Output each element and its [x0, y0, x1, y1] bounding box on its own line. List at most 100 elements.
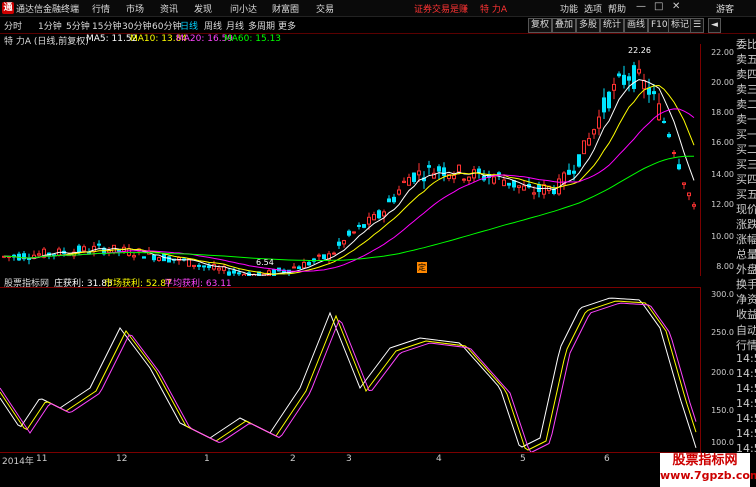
- period-tab-weekly[interactable]: 周线: [204, 19, 222, 32]
- ytick: 150.0: [711, 406, 734, 415]
- tick-time: 14:5: [736, 382, 756, 395]
- app-title: 通达信金融终端: [16, 5, 80, 15]
- ytick: 16.00: [711, 138, 734, 147]
- side-label: 买二: [736, 143, 756, 156]
- menu-grid-icon[interactable]: ☰: [690, 18, 705, 33]
- period-tab-monthly[interactable]: 月线: [226, 19, 244, 32]
- period-tab-1min[interactable]: 1分钟: [38, 19, 62, 32]
- side-label[interactable]: 自动: [736, 322, 756, 338]
- ytick: 8.00: [716, 262, 734, 271]
- minimize-icon[interactable]: —: [636, 1, 646, 12]
- time-axis: 2014年 11 12 1 2 3 4 5 6: [0, 452, 700, 467]
- side-label: 卖五: [736, 53, 756, 66]
- indicator-axis: 300.0 250.0 200.0 150.0 100.0: [700, 288, 736, 452]
- side-label: 卖二: [736, 98, 756, 111]
- watermark-title: 股票指标网: [672, 453, 738, 468]
- period-tab-intraday[interactable]: 分时: [4, 19, 22, 32]
- side-label: 买三: [736, 158, 756, 171]
- menu-item-function[interactable]: 功能: [560, 2, 578, 15]
- period-tab-5min[interactable]: 5分钟: [66, 19, 90, 32]
- side-label: 现价: [736, 203, 756, 216]
- side-label: 买一: [736, 128, 756, 141]
- app-logo-icon: 通: [2, 2, 14, 14]
- axis-label: 2014年: [2, 457, 34, 467]
- side-label: 卖四: [736, 68, 756, 81]
- ytick: 300.0: [711, 290, 734, 299]
- kline-svg: [2, 60, 696, 282]
- menu-item-ask[interactable]: 问小达: [230, 2, 257, 15]
- close-icon[interactable]: ✕: [672, 1, 680, 12]
- period-tab-15min[interactable]: 15分钟: [92, 19, 121, 32]
- ytick: 12.00: [711, 200, 734, 209]
- tick-time: 14:5: [736, 367, 756, 380]
- ytick: 20.00: [711, 78, 734, 87]
- side-label: 卖三: [736, 83, 756, 96]
- tick-time: 14:5: [736, 427, 756, 440]
- menu-item-wealth[interactable]: 财富圈: [272, 2, 299, 15]
- menu-item-options[interactable]: 选项: [584, 2, 602, 15]
- menu-item-news[interactable]: 资讯: [160, 2, 178, 15]
- ma60-label: MA60: 15.13: [224, 34, 282, 44]
- ytick: 200.0: [711, 368, 734, 377]
- side-label: 买四: [736, 173, 756, 186]
- marker-badge: 定: [417, 262, 427, 273]
- watermark: 股票指标网 www.7gpzb.com: [660, 453, 756, 487]
- side-label: 收益: [736, 308, 756, 321]
- back-button[interactable]: ◄: [708, 18, 721, 33]
- indicator-chart[interactable]: [0, 287, 701, 454]
- menu-bar: 通 通达信金融终端 行情 市场 资讯 发现 问小达 财富圈 交易 证券交易是赚 …: [0, 0, 756, 17]
- promo-link[interactable]: 证券交易是赚: [414, 2, 468, 15]
- tick-time: 14:5: [736, 352, 756, 365]
- ytick: 250.0: [711, 328, 734, 337]
- maximize-icon[interactable]: □: [654, 1, 663, 12]
- ytick: 100.0: [711, 438, 734, 447]
- side-label: 净资: [736, 293, 756, 306]
- menu-item-quotes[interactable]: 行情: [92, 2, 110, 15]
- menu-item-trade[interactable]: 交易: [316, 2, 334, 15]
- tick-time: 14:5: [736, 412, 756, 425]
- menu-item-help[interactable]: 帮助: [608, 2, 626, 15]
- indicator-svg: [0, 297, 697, 454]
- kline-chart[interactable]: 22.26 6.54: [0, 44, 701, 282]
- side-label: 委比: [736, 38, 756, 51]
- period-tab-more[interactable]: 更多: [278, 19, 296, 32]
- period-tab-60min[interactable]: 60分钟: [152, 19, 181, 32]
- price-axis: 22.00 20.00 18.00 16.00 14.00 12.00 10.0…: [700, 44, 736, 276]
- ytick: 18.00: [711, 108, 734, 117]
- period-tab-multi[interactable]: 多周期: [248, 19, 275, 32]
- low-price-label: 6.54: [256, 258, 274, 267]
- axis-label: 11: [36, 454, 48, 464]
- axis-label: 6: [604, 454, 610, 464]
- tick-time: 14:5: [736, 397, 756, 410]
- adjust-button[interactable]: 复权: [528, 18, 553, 33]
- axis-label: 4: [436, 454, 442, 464]
- side-label: 总量: [736, 248, 756, 261]
- axis-label: 1: [204, 454, 210, 464]
- current-stock-name: 特 力A: [480, 5, 508, 15]
- side-label: 换手: [736, 278, 756, 291]
- high-price-label: 22.26: [628, 46, 651, 55]
- overlay-button[interactable]: 叠加: [552, 18, 577, 33]
- mark-button[interactable]: 标记: [668, 18, 693, 33]
- ytick: 22.00: [711, 48, 734, 57]
- axis-label: 5: [520, 454, 526, 464]
- menu-item-discover[interactable]: 发现: [194, 2, 212, 15]
- period-toolbar: 分时 1分钟 5分钟 15分钟 30分钟 60分钟 日线 周线 月线 多周期 更…: [0, 17, 756, 34]
- side-label: 外盘: [736, 263, 756, 276]
- axis-label: 2: [290, 454, 296, 464]
- axis-label: 12: [116, 454, 128, 464]
- draw-button[interactable]: 画线: [624, 18, 649, 33]
- user-guest[interactable]: 游客: [716, 2, 734, 15]
- axis-label: 3: [346, 454, 352, 464]
- side-label: 行情: [736, 339, 756, 352]
- side-label: 买五: [736, 188, 756, 201]
- side-label: 涨跌: [736, 218, 756, 231]
- period-tab-daily[interactable]: 日线: [180, 19, 198, 32]
- period-tab-30min[interactable]: 30分钟: [122, 19, 151, 32]
- watermark-url: www.7gpzb.com: [660, 469, 756, 482]
- multi-stock-button[interactable]: 多股: [576, 18, 601, 33]
- side-label: 卖一: [736, 113, 756, 126]
- menu-item-market[interactable]: 市场: [126, 2, 144, 15]
- stats-button[interactable]: 统计: [600, 18, 625, 33]
- side-label: 涨幅: [736, 233, 756, 246]
